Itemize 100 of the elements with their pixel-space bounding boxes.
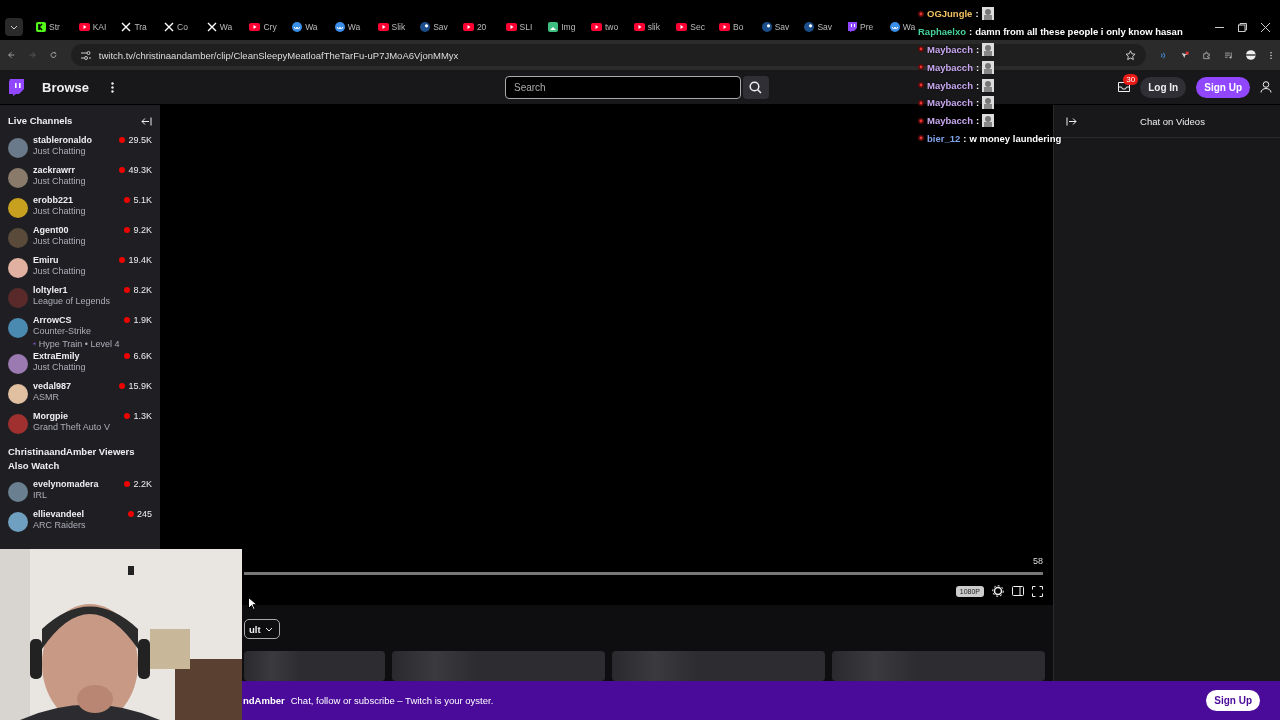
browser-tab[interactable]: Img xyxy=(547,16,577,38)
search-field[interactable]: Search xyxy=(504,75,741,99)
chevron-down-icon xyxy=(264,626,273,632)
channel-avatar[interactable] xyxy=(8,512,28,532)
theatre-mode-icon[interactable] xyxy=(1012,586,1024,596)
puzzle-icon[interactable] xyxy=(1203,49,1211,61)
play-logo-icon xyxy=(590,23,602,31)
collapse-icon[interactable] xyxy=(141,116,152,126)
play-logo-icon xyxy=(78,23,90,31)
browse-link[interactable]: Browse xyxy=(42,79,89,95)
clip-thumbnail[interactable] xyxy=(244,651,385,681)
link-logo-icon xyxy=(334,22,345,32)
browser-tab[interactable]: Cry xyxy=(248,16,278,38)
chat-username: Maybacch xyxy=(927,44,973,55)
clip-thumbnail[interactable] xyxy=(832,651,1045,681)
channel-avatar[interactable] xyxy=(8,482,28,502)
channel-category: IRL xyxy=(33,490,48,501)
browser-tab[interactable]: Sav xyxy=(803,16,834,38)
channel-category: ARC Raiders xyxy=(33,520,87,531)
user-icon[interactable] xyxy=(1260,81,1272,93)
more-icon[interactable] xyxy=(110,81,114,93)
live-dot xyxy=(124,197,131,203)
reload-icon[interactable] xyxy=(49,50,57,60)
clip-thumbnail[interactable] xyxy=(392,651,605,681)
channel-avatar[interactable] xyxy=(8,168,28,188)
log-in-button[interactable]: Log In xyxy=(1140,76,1187,98)
browser-tab[interactable]: SLI xyxy=(504,16,534,38)
chat-username: Raphaelxo xyxy=(918,26,967,38)
browser-tab[interactable]: KAI xyxy=(77,16,108,38)
back-icon[interactable] xyxy=(8,50,15,60)
channel-avatar[interactable] xyxy=(8,258,28,278)
channel-avatar[interactable] xyxy=(8,354,28,374)
channel-name[interactable]: loltyler1 xyxy=(33,285,120,296)
star-icon xyxy=(1124,49,1136,61)
channel-avatar[interactable] xyxy=(8,318,28,338)
channel-avatar[interactable] xyxy=(8,384,28,404)
chat-panel-title: Chat on Videos xyxy=(1139,115,1206,127)
x-logo-icon xyxy=(121,22,132,32)
browser-tab[interactable]: Tra xyxy=(120,16,148,38)
live-dot xyxy=(124,413,131,419)
kick-logo-icon xyxy=(36,22,46,32)
browser-tab[interactable]: Wa xyxy=(291,16,319,38)
twitch-logo-icon[interactable] xyxy=(8,78,24,96)
browser-tab[interactable]: Slik xyxy=(376,16,407,38)
browser-tab[interactable]: Bo xyxy=(718,16,745,38)
browser-tab[interactable]: two xyxy=(589,16,620,38)
live-dot xyxy=(124,227,131,233)
link-logo-icon xyxy=(292,22,303,32)
browser-tab[interactable]: Pre xyxy=(846,16,875,38)
channel-category: Just Chatting xyxy=(33,266,87,277)
chat-separator: : xyxy=(975,8,979,20)
browser-tab[interactable]: Str xyxy=(35,16,61,38)
browser-tab[interactable]: Wa xyxy=(205,16,234,38)
chat-separator: : xyxy=(975,79,980,91)
media-icon[interactable] xyxy=(1224,49,1233,61)
channel-name[interactable]: ArrowCS xyxy=(33,315,120,326)
channel-name[interactable]: erobb221 xyxy=(33,195,120,206)
chat-username: Maybacch xyxy=(927,97,973,109)
live-dot xyxy=(127,511,134,517)
channel-category: Just Chatting xyxy=(33,176,87,187)
sign-up-button[interactable]: Sign Up xyxy=(1206,690,1260,711)
live-dot xyxy=(119,257,126,263)
channel-name[interactable]: zackrawrr xyxy=(33,165,115,176)
channel-name[interactable]: Emiru xyxy=(33,255,115,266)
twitch-logo-icon xyxy=(847,22,858,32)
browser-tab[interactable]: slik xyxy=(632,16,661,38)
channel-name[interactable]: vedal987 xyxy=(33,381,115,392)
viewer-count: 9.2K xyxy=(133,225,152,235)
fullscreen-icon[interactable] xyxy=(1032,585,1043,597)
restore-icon xyxy=(1238,22,1247,32)
browser-tab[interactable]: Sav xyxy=(760,16,791,38)
profile-icon[interactable] xyxy=(1246,48,1256,62)
browser-tab[interactable]: 20 xyxy=(461,16,488,38)
browser-tab[interactable]: Wa xyxy=(333,16,362,38)
play-logo-icon xyxy=(719,23,730,31)
browser-tab[interactable]: Co xyxy=(163,16,189,38)
inbox-icon[interactable] xyxy=(1118,82,1131,92)
channel-name[interactable]: Morgpie xyxy=(33,411,120,422)
channel-name[interactable]: stableronaldo xyxy=(33,135,115,146)
channel-avatar[interactable] xyxy=(8,198,28,218)
search-button[interactable] xyxy=(742,75,769,99)
channel-name[interactable]: ExtraEmily xyxy=(33,351,120,362)
site-settings-icon xyxy=(80,50,91,60)
sort-dropdown[interactable]: ult xyxy=(244,619,280,639)
settings-icon[interactable] xyxy=(992,585,1004,597)
browser-tab[interactable]: Sav xyxy=(419,16,449,38)
channel-name[interactable]: ellievandeel xyxy=(33,509,123,520)
channel-name[interactable]: evelynomadera xyxy=(33,479,120,490)
clip-thumbnail[interactable] xyxy=(612,651,825,681)
channel-category: Just Chatting xyxy=(33,206,87,217)
expand-icon[interactable] xyxy=(1066,116,1077,126)
channel-name[interactable]: Agent00 xyxy=(33,225,120,236)
sign-up-button[interactable]: Sign Up xyxy=(1196,76,1250,98)
menu-icon[interactable] xyxy=(1269,49,1272,61)
train-icon xyxy=(33,340,36,348)
browser-tab[interactable]: Sec xyxy=(675,16,706,38)
extension-icon[interactable] xyxy=(1181,49,1189,61)
browser-tab[interactable]: Wa xyxy=(888,16,917,38)
viewer-count: 245 xyxy=(136,509,152,519)
channel-category: Just Chatting xyxy=(33,146,87,157)
